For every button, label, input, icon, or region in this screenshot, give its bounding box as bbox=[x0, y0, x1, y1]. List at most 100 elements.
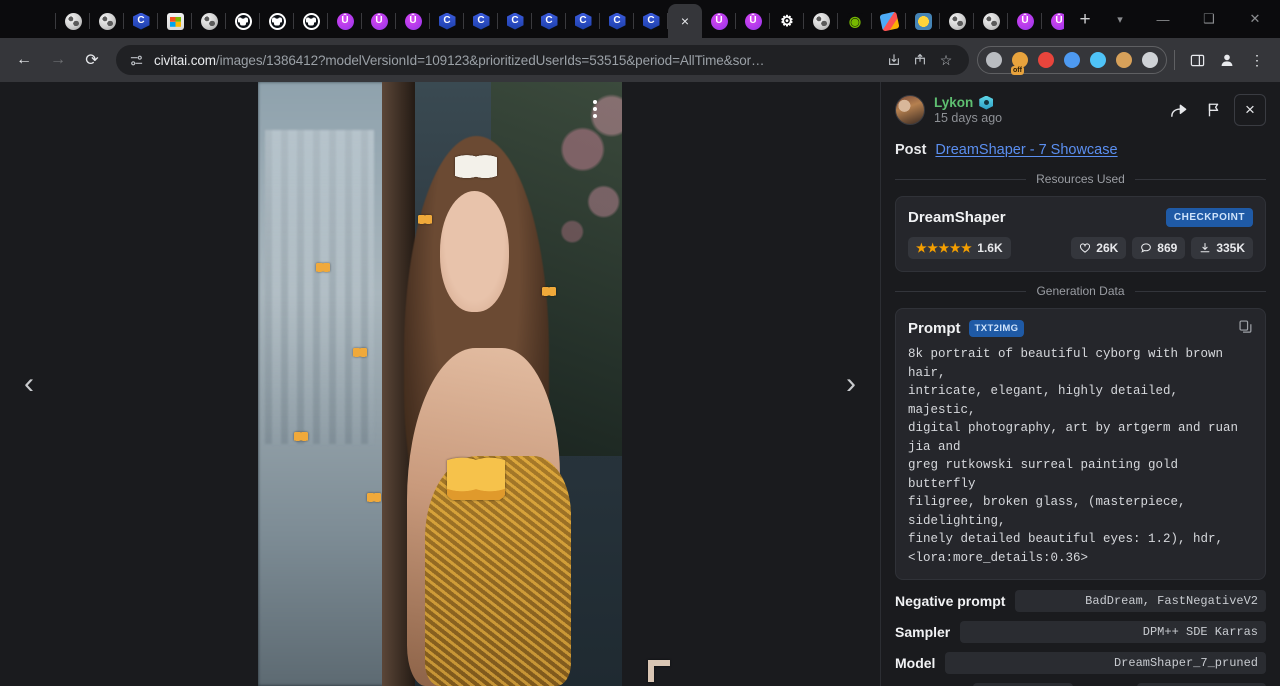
post-link[interactable]: DreamShaper - 7 Showcase bbox=[935, 142, 1117, 158]
tab-9[interactable]: Û bbox=[328, 4, 362, 38]
tab-3[interactable]: C bbox=[124, 4, 158, 38]
tab-27[interactable] bbox=[940, 4, 974, 38]
likes-pill[interactable]: 26K bbox=[1071, 237, 1126, 259]
tab-18[interactable]: C bbox=[634, 4, 668, 38]
tab-close-icon[interactable]: × bbox=[681, 14, 689, 28]
civitai-icon: C bbox=[473, 13, 490, 30]
tab-2[interactable] bbox=[90, 4, 124, 38]
tab-28[interactable] bbox=[974, 4, 1008, 38]
post-row: Post DreamShaper - 7 Showcase bbox=[881, 136, 1280, 170]
resource-stats: ★★★★★ 1.6K 26K bbox=[908, 237, 1253, 259]
panel-header-actions: × bbox=[1162, 94, 1266, 126]
tab-4[interactable] bbox=[158, 4, 192, 38]
recorder-extension-icon[interactable] bbox=[1033, 47, 1059, 73]
prompt-label: Prompt bbox=[908, 320, 961, 337]
downloads-pill[interactable]: 335K bbox=[1191, 237, 1253, 259]
close-panel-button[interactable]: × bbox=[1234, 94, 1266, 126]
diamond-icon bbox=[31, 13, 48, 30]
tab-8[interactable] bbox=[294, 4, 328, 38]
verified-badge-icon bbox=[979, 96, 993, 110]
tab-search-button[interactable]: ▾ bbox=[1100, 0, 1140, 38]
microsoft-store-icon bbox=[167, 13, 184, 30]
resource-name[interactable]: DreamShaper bbox=[908, 209, 1006, 226]
tab-16[interactable]: C bbox=[566, 4, 600, 38]
rating-pill[interactable]: ★★★★★ 1.6K bbox=[908, 237, 1011, 259]
tab-14[interactable]: C bbox=[498, 4, 532, 38]
cookie-extension-icon[interactable] bbox=[1111, 47, 1137, 73]
comments-pill[interactable]: 869 bbox=[1132, 237, 1185, 259]
tab-17[interactable]: C bbox=[600, 4, 634, 38]
report-flag-icon[interactable] bbox=[1198, 94, 1230, 126]
prompt-card: Prompt TXT2IMG 8k portrait of beautiful … bbox=[895, 308, 1266, 580]
globe-icon bbox=[65, 13, 82, 30]
reload-button[interactable]: ⟳ bbox=[76, 44, 108, 76]
tab-15[interactable]: C bbox=[532, 4, 566, 38]
translate-extension-icon[interactable] bbox=[981, 47, 1007, 73]
purple-u-icon: Û bbox=[371, 13, 388, 30]
site-permissions-icon[interactable] bbox=[128, 52, 144, 68]
previous-image-button[interactable]: ‹ bbox=[6, 361, 52, 407]
address-bar[interactable]: civitai.com/images/1386412?modelVersionI… bbox=[116, 45, 969, 75]
tab-26[interactable] bbox=[906, 4, 940, 38]
profile-avatar-button[interactable] bbox=[1212, 45, 1242, 75]
tab-0[interactable] bbox=[22, 4, 56, 38]
comment-icon bbox=[1140, 242, 1152, 254]
tab-12[interactable]: C bbox=[430, 4, 464, 38]
share-icon[interactable] bbox=[1162, 94, 1194, 126]
resource-card[interactable]: DreamShaper CHECKPOINT ★★★★★ 1.6K 26K bbox=[895, 196, 1266, 272]
bookmark-star-icon[interactable]: ☆ bbox=[933, 47, 959, 73]
generated-image[interactable] bbox=[258, 82, 622, 686]
next-image-button[interactable]: › bbox=[828, 361, 874, 407]
tab-21[interactable]: Û bbox=[736, 4, 770, 38]
tab-30[interactable]: Û bbox=[1042, 4, 1064, 38]
tab-25[interactable] bbox=[872, 4, 906, 38]
generation-field-label: Sampler bbox=[895, 624, 950, 640]
copy-prompt-button[interactable] bbox=[1238, 319, 1253, 337]
tab-11[interactable]: Û bbox=[396, 4, 430, 38]
tab-10[interactable]: Û bbox=[362, 4, 396, 38]
avatar[interactable] bbox=[895, 95, 925, 125]
share-page-icon[interactable] bbox=[881, 47, 907, 73]
rating-count: 1.6K bbox=[977, 241, 1002, 255]
close-window-button[interactable]: ✕ bbox=[1232, 0, 1278, 38]
tab-7[interactable] bbox=[260, 4, 294, 38]
username[interactable]: Lykon bbox=[934, 95, 973, 110]
forward-button[interactable]: → bbox=[42, 44, 74, 76]
tab-24[interactable]: ◉ bbox=[838, 4, 872, 38]
add-extension-icon[interactable] bbox=[1059, 47, 1085, 73]
tab-6[interactable] bbox=[226, 4, 260, 38]
diamond-extension-icon[interactable] bbox=[1085, 47, 1111, 73]
tab-23[interactable] bbox=[804, 4, 838, 38]
divider-line bbox=[895, 179, 1026, 180]
tab-1[interactable] bbox=[56, 4, 90, 38]
active-tab[interactable]: × bbox=[668, 4, 702, 38]
puzzle-extension-icon[interactable] bbox=[1137, 47, 1163, 73]
github-icon bbox=[269, 13, 286, 30]
butterfly-icon bbox=[447, 456, 505, 500]
purple-u-icon: Û bbox=[745, 13, 762, 30]
prompt-text: 8k portrait of beautiful cyborg with bro… bbox=[908, 345, 1253, 567]
browser-tab-strip: CÛÛÛCCCCCCC×ÛÛ⚙◉ÛÛÛÛ + ▾ — ❑ ✕ bbox=[0, 0, 1280, 38]
tab-22[interactable]: ⚙ bbox=[770, 4, 804, 38]
minimize-button[interactable]: — bbox=[1140, 0, 1186, 38]
extension-glyph bbox=[1090, 52, 1106, 68]
globe-icon bbox=[99, 13, 116, 30]
purple-u-icon: Û bbox=[405, 13, 422, 30]
civitai-icon: C bbox=[575, 13, 592, 30]
share-arrow-icon[interactable] bbox=[907, 47, 933, 73]
tab-29[interactable]: Û bbox=[1008, 4, 1042, 38]
heart-icon bbox=[1079, 242, 1091, 254]
maximize-button[interactable]: ❑ bbox=[1186, 0, 1232, 38]
back-button[interactable]: ← bbox=[8, 44, 40, 76]
image-options-button[interactable] bbox=[582, 94, 608, 124]
browser-menu-button[interactable]: ⋮ bbox=[1242, 45, 1272, 75]
tab-13[interactable]: C bbox=[464, 4, 498, 38]
tab-20[interactable]: Û bbox=[702, 4, 736, 38]
tab-5[interactable] bbox=[192, 4, 226, 38]
extensions-group: off bbox=[977, 46, 1167, 74]
new-tab-button[interactable]: + bbox=[1070, 5, 1100, 35]
generation-field-label: Model bbox=[895, 655, 935, 671]
side-panel-button[interactable] bbox=[1182, 45, 1212, 75]
python-icon bbox=[915, 13, 932, 30]
adblock-off-extension-icon[interactable]: off bbox=[1007, 47, 1033, 73]
